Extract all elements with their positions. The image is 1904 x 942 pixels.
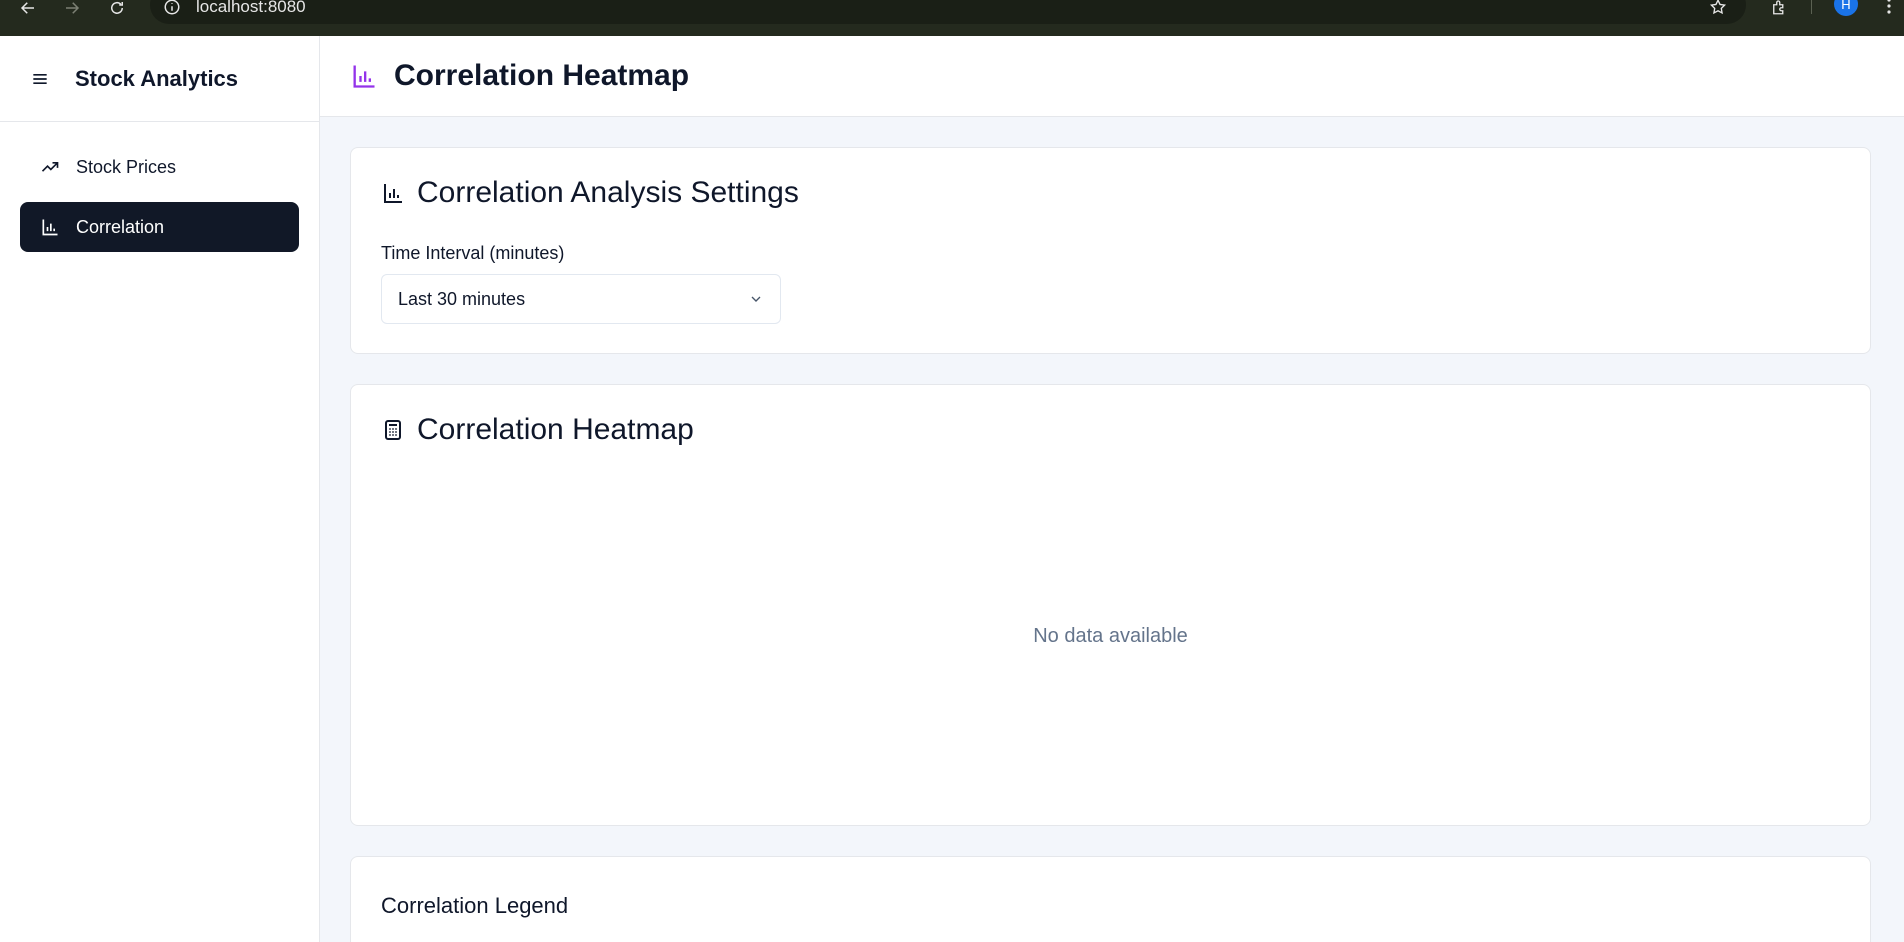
main-content: Correlation Heatmap Correlation Analysis… xyxy=(320,36,1904,942)
heatmap-card: Correlation Heatmap No data available xyxy=(350,384,1871,826)
chevron-down-icon xyxy=(751,296,761,302)
sidebar-item-label: Correlation xyxy=(76,216,165,237)
settings-title-text: Correlation Analysis Settings xyxy=(417,176,799,209)
browser-toolbar: localhost:8080 H xyxy=(0,0,1904,36)
app-shell: Stock Analytics Stock Prices Correlation… xyxy=(0,36,1904,942)
reload-icon xyxy=(111,1,123,14)
settings-card-title: Correlation Analysis Settings xyxy=(381,176,799,210)
app-title: Stock Analytics xyxy=(75,65,239,91)
site-info-icon[interactable] xyxy=(163,0,181,16)
trending-up-icon xyxy=(40,157,60,177)
browser-menu-icon[interactable] xyxy=(1884,0,1894,14)
sidebar-nav: Stock Prices Correlation xyxy=(0,122,319,282)
settings-card: Correlation Analysis Settings Time Inter… xyxy=(350,147,1871,354)
toolbar-divider xyxy=(1811,0,1812,14)
profile-avatar[interactable]: H xyxy=(1834,0,1858,16)
url-text[interactable]: localhost:8080 xyxy=(196,0,306,16)
address-bar[interactable] xyxy=(150,0,1746,24)
time-interval-value: Last 30 minutes xyxy=(398,288,526,309)
bookmark-star-icon[interactable] xyxy=(1707,0,1729,16)
hamburger-menu-icon[interactable] xyxy=(30,69,50,89)
legend-card: Correlation Legend xyxy=(350,856,1871,942)
sidebar-item-label: Stock Prices xyxy=(76,156,177,177)
calculator-icon xyxy=(385,420,401,440)
bar-chart-icon xyxy=(353,65,375,88)
page-title: Correlation Heatmap xyxy=(394,59,690,92)
sidebar: Stock Analytics Stock Prices Correlation xyxy=(0,36,320,942)
heatmap-card-title: Correlation Heatmap xyxy=(381,413,694,447)
heatmap-title-text: Correlation Heatmap xyxy=(417,413,694,446)
forward-button[interactable] xyxy=(58,0,86,16)
back-arrow-icon xyxy=(20,2,34,14)
reload-button[interactable] xyxy=(103,0,131,16)
sidebar-header: Stock Analytics xyxy=(0,36,319,122)
sidebar-item-correlation[interactable]: Correlation xyxy=(20,202,299,252)
empty-state-message: No data available xyxy=(1033,625,1188,647)
page-header: Correlation Heatmap xyxy=(320,36,1904,117)
sidebar-item-stock-prices[interactable]: Stock Prices xyxy=(20,142,299,192)
legend-title: Correlation Legend xyxy=(381,893,569,918)
bar-chart-icon xyxy=(40,217,60,237)
extensions-icon[interactable] xyxy=(1767,0,1791,16)
back-button[interactable] xyxy=(14,0,42,16)
time-interval-label: Time Interval (minutes) xyxy=(381,243,565,263)
time-interval-select[interactable]: Last 30 minutes xyxy=(381,274,781,324)
bar-chart-icon xyxy=(384,184,402,203)
forward-arrow-icon xyxy=(66,2,80,14)
